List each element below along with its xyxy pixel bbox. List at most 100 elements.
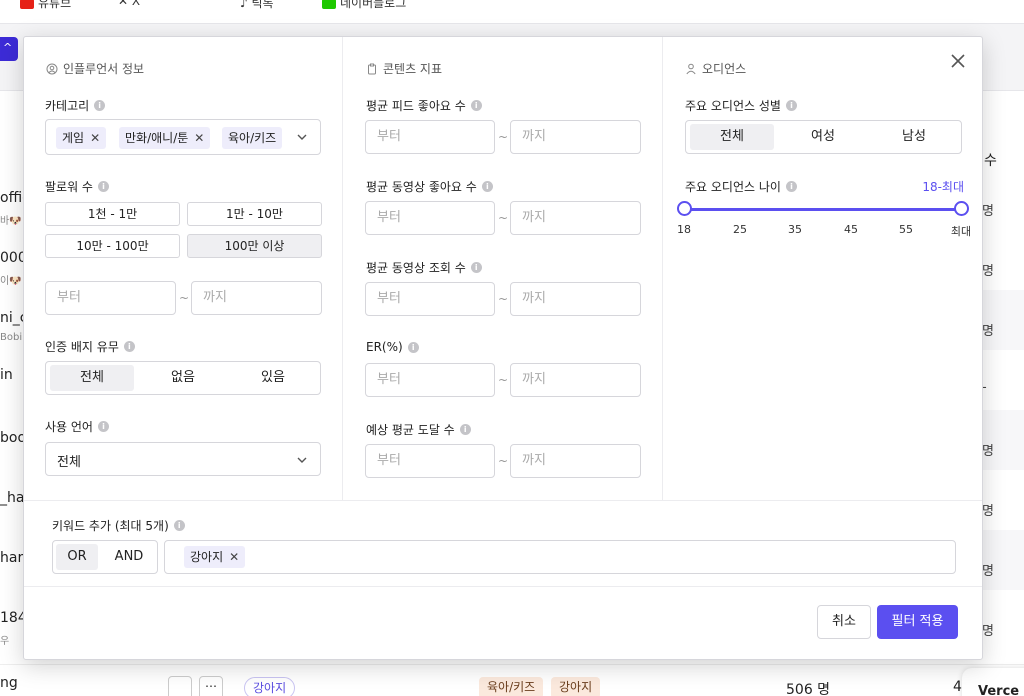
- metric-label: 평균 피드 좋아요 수i: [366, 97, 482, 114]
- remove-tag-icon[interactable]: ✕: [90, 131, 100, 145]
- audience-section: 오디언스 주요 오디언스 성별 i 전체 여성 남성 주요 오디언스 나이 i 18…: [663, 37, 984, 500]
- remove-tag-icon[interactable]: ✕: [229, 550, 239, 564]
- filter-modal: 인플루언서 정보 카테고리 i 게임 ✕ 만화/애니/툰 ✕ 육아/키즈 팔로워 수i…: [23, 36, 983, 660]
- info-icon[interactable]: i: [173, 520, 185, 531]
- row-name: ng: [0, 675, 18, 691]
- gender-option-all[interactable]: 전체: [690, 124, 774, 150]
- info-icon[interactable]: i: [481, 181, 493, 192]
- info-icon[interactable]: i: [785, 181, 797, 192]
- keyword-mode-or[interactable]: OR: [56, 544, 98, 570]
- metric-max-input[interactable]: 까지: [510, 363, 641, 397]
- age-slider-min-handle[interactable]: [677, 201, 692, 216]
- divider: [24, 586, 982, 587]
- divider: [24, 500, 982, 501]
- keyword-mode-toggle: OR AND: [52, 540, 158, 574]
- gender-option-male[interactable]: 남성: [872, 124, 956, 150]
- vercel-toolbar[interactable]: Verce: [962, 668, 1024, 696]
- chevron-down-icon: [296, 454, 308, 466]
- gender-option-female[interactable]: 여성: [781, 124, 865, 150]
- category-pill: 강아지: [551, 677, 601, 696]
- background-right-header: 수: [984, 153, 997, 169]
- info-icon[interactable]: i: [97, 181, 109, 192]
- language-value: 전체: [57, 455, 81, 470]
- background-row-unit: 명: [982, 564, 994, 579]
- followers-max-input[interactable]: 까지: [191, 281, 322, 315]
- age-tick-label: 25: [733, 223, 747, 236]
- language-select[interactable]: 전체: [45, 442, 321, 476]
- keyword-input[interactable]: 강아지 ✕: [164, 540, 956, 574]
- clipboard-icon: [368, 63, 376, 74]
- info-icon[interactable]: i: [459, 424, 471, 435]
- age-range-value: 18-최대: [922, 180, 964, 194]
- metric-max-input[interactable]: 까지: [510, 444, 641, 478]
- badge-option-yes[interactable]: 있음: [231, 365, 315, 391]
- info-icon[interactable]: i: [97, 421, 109, 432]
- followers-min-input[interactable]: 부터: [45, 281, 176, 315]
- info-icon[interactable]: i: [470, 262, 482, 273]
- age-slider-track[interactable]: [684, 208, 961, 211]
- badge-label: 인증 배지 유무 i: [45, 338, 135, 355]
- follower-range-1k-10k[interactable]: 1천 - 1만: [45, 202, 180, 226]
- platform-tab-tiktok[interactable]: ♪ 틱톡: [240, 0, 274, 11]
- info-icon[interactable]: i: [407, 341, 419, 353]
- metric-max-input[interactable]: 까지: [510, 120, 641, 154]
- background-row-unit: 명: [982, 624, 994, 639]
- cancel-button[interactable]: 취소: [817, 605, 871, 639]
- background-topbar: 유튜브 ✕ X ♪ 틱톡 네이버블로그: [0, 0, 1024, 24]
- metric-min-input[interactable]: 부터: [365, 201, 495, 235]
- remove-tag-icon[interactable]: ✕: [194, 131, 204, 145]
- metric-max-input[interactable]: 까지: [510, 201, 641, 235]
- metric-min-input[interactable]: 부터: [365, 120, 495, 154]
- row-value: 4: [953, 679, 962, 695]
- platform-tab-youtube[interactable]: 유튜브: [20, 0, 71, 11]
- chevron-up-icon: ^: [3, 41, 13, 54]
- follower-range-1m-plus[interactable]: 100만 이상: [187, 234, 322, 258]
- platform-tab-x[interactable]: ✕ X: [118, 0, 140, 8]
- person-icon: [686, 63, 696, 74]
- info-icon[interactable]: i: [470, 100, 482, 111]
- category-tag: 육아/키즈: [222, 127, 283, 149]
- info-icon[interactable]: i: [785, 100, 797, 111]
- keyword-label: 키워드 추가 (최대 5개) i: [52, 517, 185, 534]
- background-action-button[interactable]: ^: [0, 37, 18, 61]
- metric-min-input[interactable]: 부터: [365, 363, 495, 397]
- category-tag: 만화/애니/툰 ✕: [119, 127, 211, 149]
- platform-tab-naver-blog[interactable]: 네이버블로그: [322, 0, 406, 11]
- keyword-mode-and[interactable]: AND: [104, 544, 154, 570]
- naver-blog-icon: [322, 0, 336, 9]
- tiktok-icon: ♪: [240, 0, 248, 10]
- influencer-info-section: 인플루언서 정보 카테고리 i 게임 ✕ 만화/애니/툰 ✕ 육아/키즈 팔로워 수i…: [24, 37, 343, 500]
- badge-option-all[interactable]: 전체: [50, 365, 134, 391]
- follower-range-10k-100k[interactable]: 1만 - 10만: [187, 202, 322, 226]
- info-icon[interactable]: i: [123, 341, 135, 352]
- metric-min-input[interactable]: 부터: [365, 282, 495, 316]
- language-label: 사용 언어 i: [45, 418, 109, 435]
- metric-min-input[interactable]: 부터: [365, 444, 495, 478]
- youtube-icon: [20, 0, 34, 9]
- category-pill: 육아/키즈: [479, 677, 544, 696]
- section-title-audience: 오디언스: [685, 60, 746, 77]
- metric-max-input[interactable]: 까지: [510, 282, 641, 316]
- range-separator: ~: [498, 130, 509, 144]
- chevron-down-icon: [296, 131, 308, 143]
- badge-option-none[interactable]: 없음: [141, 365, 225, 391]
- background-row-sub: 이🐶: [0, 276, 22, 287]
- section-title-content: 콘텐츠 지표: [366, 60, 442, 77]
- metric-label: ER(%) i: [366, 340, 419, 354]
- section-title-influencer: 인플루언서 정보: [46, 60, 144, 77]
- gender-label: 주요 오디언스 성별 i: [685, 97, 797, 114]
- bookmark-button[interactable]: [168, 676, 192, 696]
- age-slider-max-handle[interactable]: [954, 201, 969, 216]
- more-options-button[interactable]: ⋯: [199, 676, 223, 696]
- age-tick-label: 45: [844, 223, 858, 236]
- follower-count: 506 명: [786, 682, 831, 696]
- user-circle-icon: [46, 63, 58, 74]
- follower-range-100k-1m[interactable]: 10만 - 100만: [45, 234, 180, 258]
- info-icon[interactable]: i: [94, 100, 106, 111]
- gender-segmented-control: 전체 여성 남성: [685, 120, 962, 154]
- apply-filter-button[interactable]: 필터 적용: [877, 605, 958, 639]
- category-tag: 게임 ✕: [56, 127, 107, 149]
- category-select[interactable]: 게임 ✕ 만화/애니/툰 ✕ 육아/키즈: [45, 119, 321, 155]
- background-row-sub: 우: [0, 636, 10, 647]
- metric-label: 예상 평균 도달 수i: [366, 421, 471, 438]
